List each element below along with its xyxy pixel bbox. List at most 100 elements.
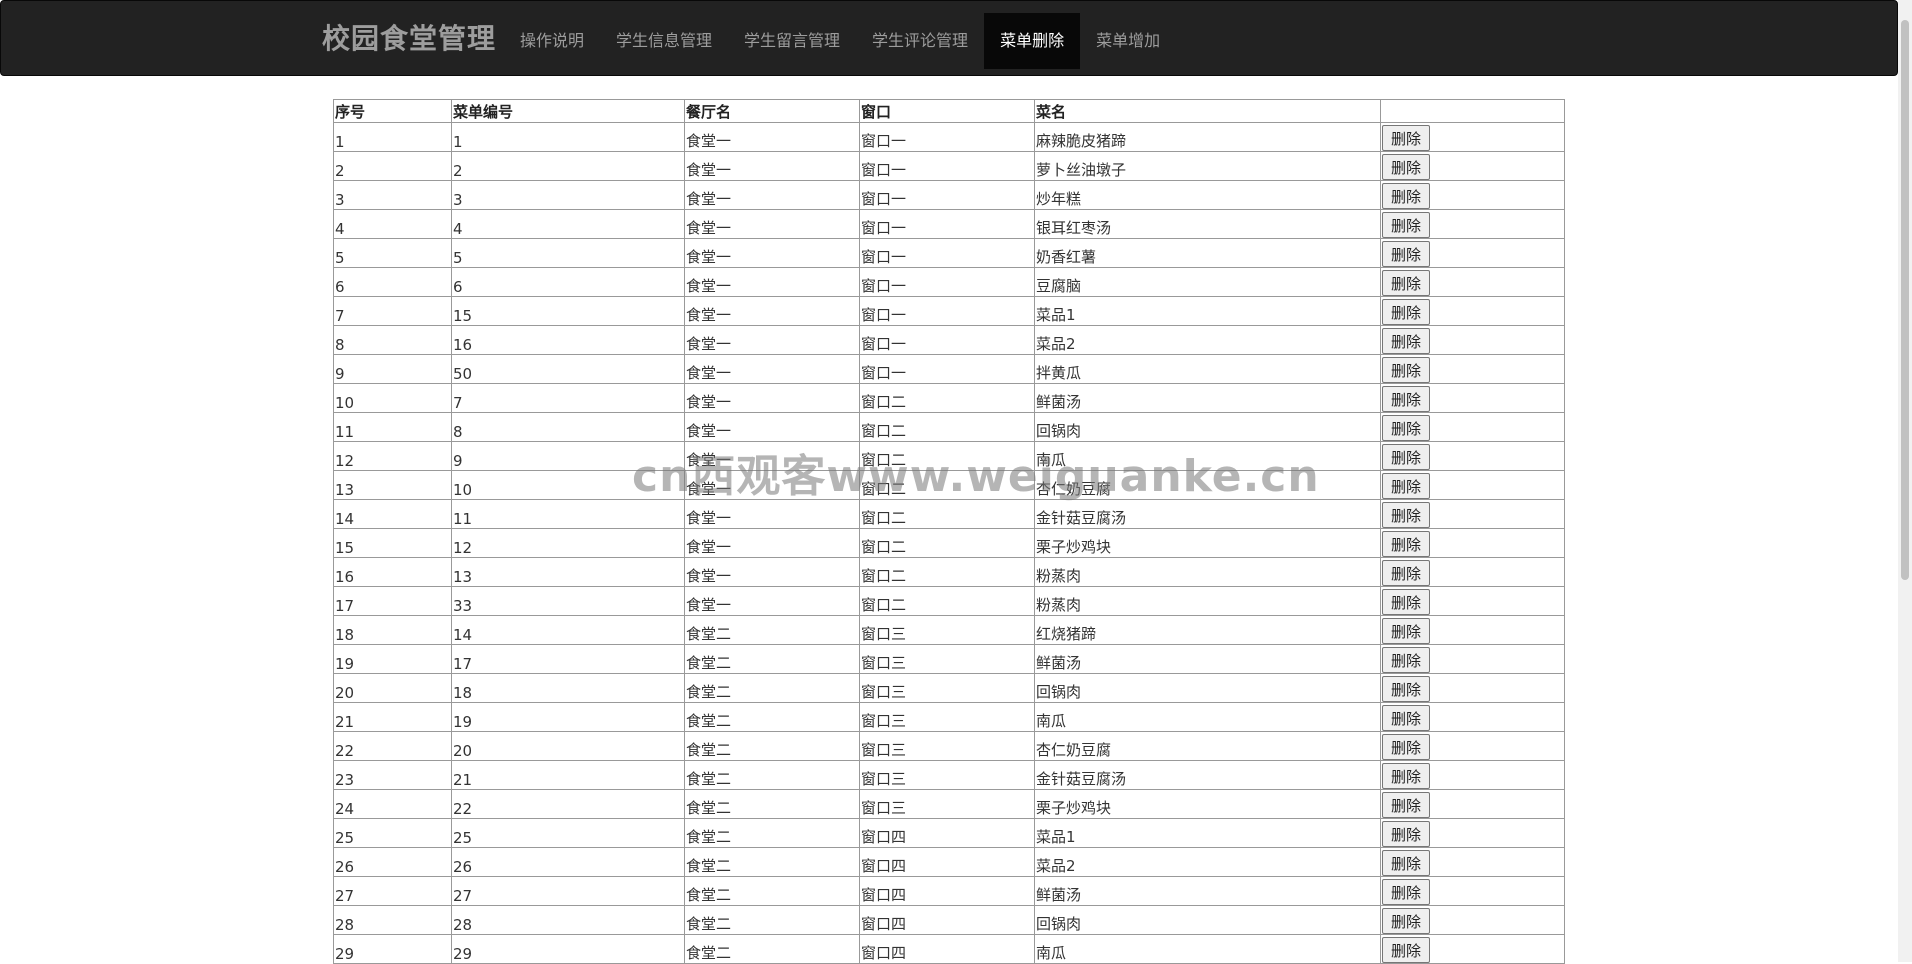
cell-index: 26 <box>333 847 452 877</box>
delete-button[interactable]: 删除 <box>1382 183 1431 209</box>
cell-dish: 萝卜丝油墩子 <box>1034 151 1381 181</box>
nav-item-instructions[interactable]: 操作说明 <box>504 13 600 69</box>
table-row: 20 18 食堂二 窗口三 回锅肉 删除 <box>333 673 1565 703</box>
cell-window: 窗口一 <box>859 122 1035 152</box>
delete-button[interactable]: 删除 <box>1382 589 1431 615</box>
cell-dish: 豆腐脑 <box>1034 267 1381 297</box>
scrollbar-thumb[interactable] <box>1901 20 1909 580</box>
table-row: 1 1 食堂一 窗口一 麻辣脆皮猪蹄 删除 <box>333 122 1565 152</box>
cell-action: 删除 <box>1380 905 1565 935</box>
cell-window: 窗口二 <box>859 557 1035 587</box>
cell-window: 窗口四 <box>859 876 1035 906</box>
delete-button[interactable]: 删除 <box>1382 647 1431 673</box>
cell-dish: 拌黄瓜 <box>1034 354 1381 384</box>
cell-window: 窗口四 <box>859 818 1035 848</box>
cell-canteen: 食堂二 <box>684 760 860 790</box>
table-row: 2 2 食堂一 窗口一 萝卜丝油墩子 删除 <box>333 151 1565 181</box>
cell-menu-id: 15 <box>451 296 685 326</box>
brand-title[interactable]: 校园食堂管理 <box>322 1 496 77</box>
table-row: 4 4 食堂一 窗口一 银耳红枣汤 删除 <box>333 209 1565 239</box>
cell-action: 删除 <box>1380 673 1565 703</box>
delete-button[interactable]: 删除 <box>1382 386 1431 412</box>
cell-index: 5 <box>333 238 452 268</box>
delete-button[interactable]: 删除 <box>1382 502 1431 528</box>
delete-button[interactable]: 删除 <box>1382 531 1431 557</box>
cell-dish: 杏仁奶豆腐 <box>1034 470 1381 500</box>
table-row: 28 28 食堂二 窗口四 回锅肉 删除 <box>333 905 1565 935</box>
nav-item-student-messages[interactable]: 学生留言管理 <box>728 13 856 69</box>
delete-button[interactable]: 删除 <box>1382 792 1431 818</box>
cell-canteen: 食堂二 <box>684 644 860 674</box>
cell-menu-id: 10 <box>451 470 685 500</box>
delete-button[interactable]: 删除 <box>1382 415 1431 441</box>
cell-action: 删除 <box>1380 296 1565 326</box>
delete-button[interactable]: 删除 <box>1382 676 1431 702</box>
cell-dish: 菜品1 <box>1034 296 1381 326</box>
delete-button[interactable]: 删除 <box>1382 879 1431 905</box>
cell-menu-id: 13 <box>451 557 685 587</box>
cell-window: 窗口二 <box>859 586 1035 616</box>
delete-button[interactable]: 删除 <box>1382 212 1431 238</box>
table-row: 13 10 食堂一 窗口二 杏仁奶豆腐 删除 <box>333 470 1565 500</box>
cell-index: 27 <box>333 876 452 906</box>
delete-button[interactable]: 删除 <box>1382 850 1431 876</box>
delete-button[interactable]: 删除 <box>1382 705 1431 731</box>
delete-button[interactable]: 删除 <box>1382 328 1431 354</box>
table-body: 1 1 食堂一 窗口一 麻辣脆皮猪蹄 删除 2 2 食堂一 窗口一 萝卜丝油墩子 删除 3 3 食堂一 窗口一… <box>333 122 1565 964</box>
delete-button[interactable]: 删除 <box>1382 125 1431 151</box>
cell-menu-id: 27 <box>451 876 685 906</box>
cell-dish: 银耳红枣汤 <box>1034 209 1381 239</box>
cell-dish: 回锅肉 <box>1034 905 1381 935</box>
delete-button[interactable]: 删除 <box>1382 357 1431 383</box>
cell-index: 1 <box>333 122 452 152</box>
table-row: 7 15 食堂一 窗口一 菜品1 删除 <box>333 296 1565 326</box>
delete-button[interactable]: 删除 <box>1382 763 1431 789</box>
table-row: 3 3 食堂一 窗口一 炒年糕 删除 <box>333 180 1565 210</box>
cell-window: 窗口一 <box>859 267 1035 297</box>
cell-index: 17 <box>333 586 452 616</box>
cell-index: 24 <box>333 789 452 819</box>
cell-index: 18 <box>333 615 452 645</box>
delete-button[interactable]: 删除 <box>1382 821 1431 847</box>
table-row: 14 11 食堂一 窗口二 金针菇豆腐汤 删除 <box>333 499 1565 529</box>
delete-button[interactable]: 删除 <box>1382 618 1431 644</box>
cell-action: 删除 <box>1380 760 1565 790</box>
delete-button[interactable]: 删除 <box>1382 299 1431 325</box>
delete-button[interactable]: 删除 <box>1382 473 1431 499</box>
nav-item-menu-add[interactable]: 菜单增加 <box>1080 13 1176 69</box>
nav-item-menu-delete[interactable]: 菜单删除 <box>984 13 1081 69</box>
cell-action: 删除 <box>1380 557 1565 587</box>
cell-canteen: 食堂一 <box>684 180 860 210</box>
cell-dish: 栗子炒鸡块 <box>1034 789 1381 819</box>
cell-dish: 鲜菌汤 <box>1034 383 1381 413</box>
cell-menu-id: 8 <box>451 412 685 442</box>
delete-button[interactable]: 删除 <box>1382 241 1431 267</box>
cell-menu-id: 19 <box>451 702 685 732</box>
cell-canteen: 食堂一 <box>684 528 860 558</box>
cell-action: 删除 <box>1380 789 1565 819</box>
vertical-scrollbar[interactable] <box>1898 0 1912 962</box>
cell-dish: 回锅肉 <box>1034 412 1381 442</box>
cell-window: 窗口三 <box>859 673 1035 703</box>
cell-dish: 金针菇豆腐汤 <box>1034 760 1381 790</box>
cell-window: 窗口三 <box>859 731 1035 761</box>
delete-button[interactable]: 删除 <box>1382 734 1431 760</box>
cell-index: 15 <box>333 528 452 558</box>
cell-canteen: 食堂二 <box>684 847 860 877</box>
cell-index: 10 <box>333 383 452 413</box>
nav-item-student-info[interactable]: 学生信息管理 <box>600 13 728 69</box>
delete-button[interactable]: 删除 <box>1382 154 1431 180</box>
header-dish: 菜名 <box>1034 99 1381 123</box>
cell-index: 9 <box>333 354 452 384</box>
delete-button[interactable]: 删除 <box>1382 937 1431 963</box>
delete-button[interactable]: 删除 <box>1382 908 1431 934</box>
delete-button[interactable]: 删除 <box>1382 560 1431 586</box>
cell-canteen: 食堂一 <box>684 354 860 384</box>
table-row: 16 13 食堂一 窗口二 粉蒸肉 删除 <box>333 557 1565 587</box>
cell-index: 3 <box>333 180 452 210</box>
table-row: 17 33 食堂一 窗口二 粉蒸肉 删除 <box>333 586 1565 616</box>
delete-button[interactable]: 删除 <box>1382 270 1431 296</box>
cell-canteen: 食堂一 <box>684 209 860 239</box>
delete-button[interactable]: 删除 <box>1382 444 1431 470</box>
nav-item-student-comments[interactable]: 学生评论管理 <box>856 13 984 69</box>
